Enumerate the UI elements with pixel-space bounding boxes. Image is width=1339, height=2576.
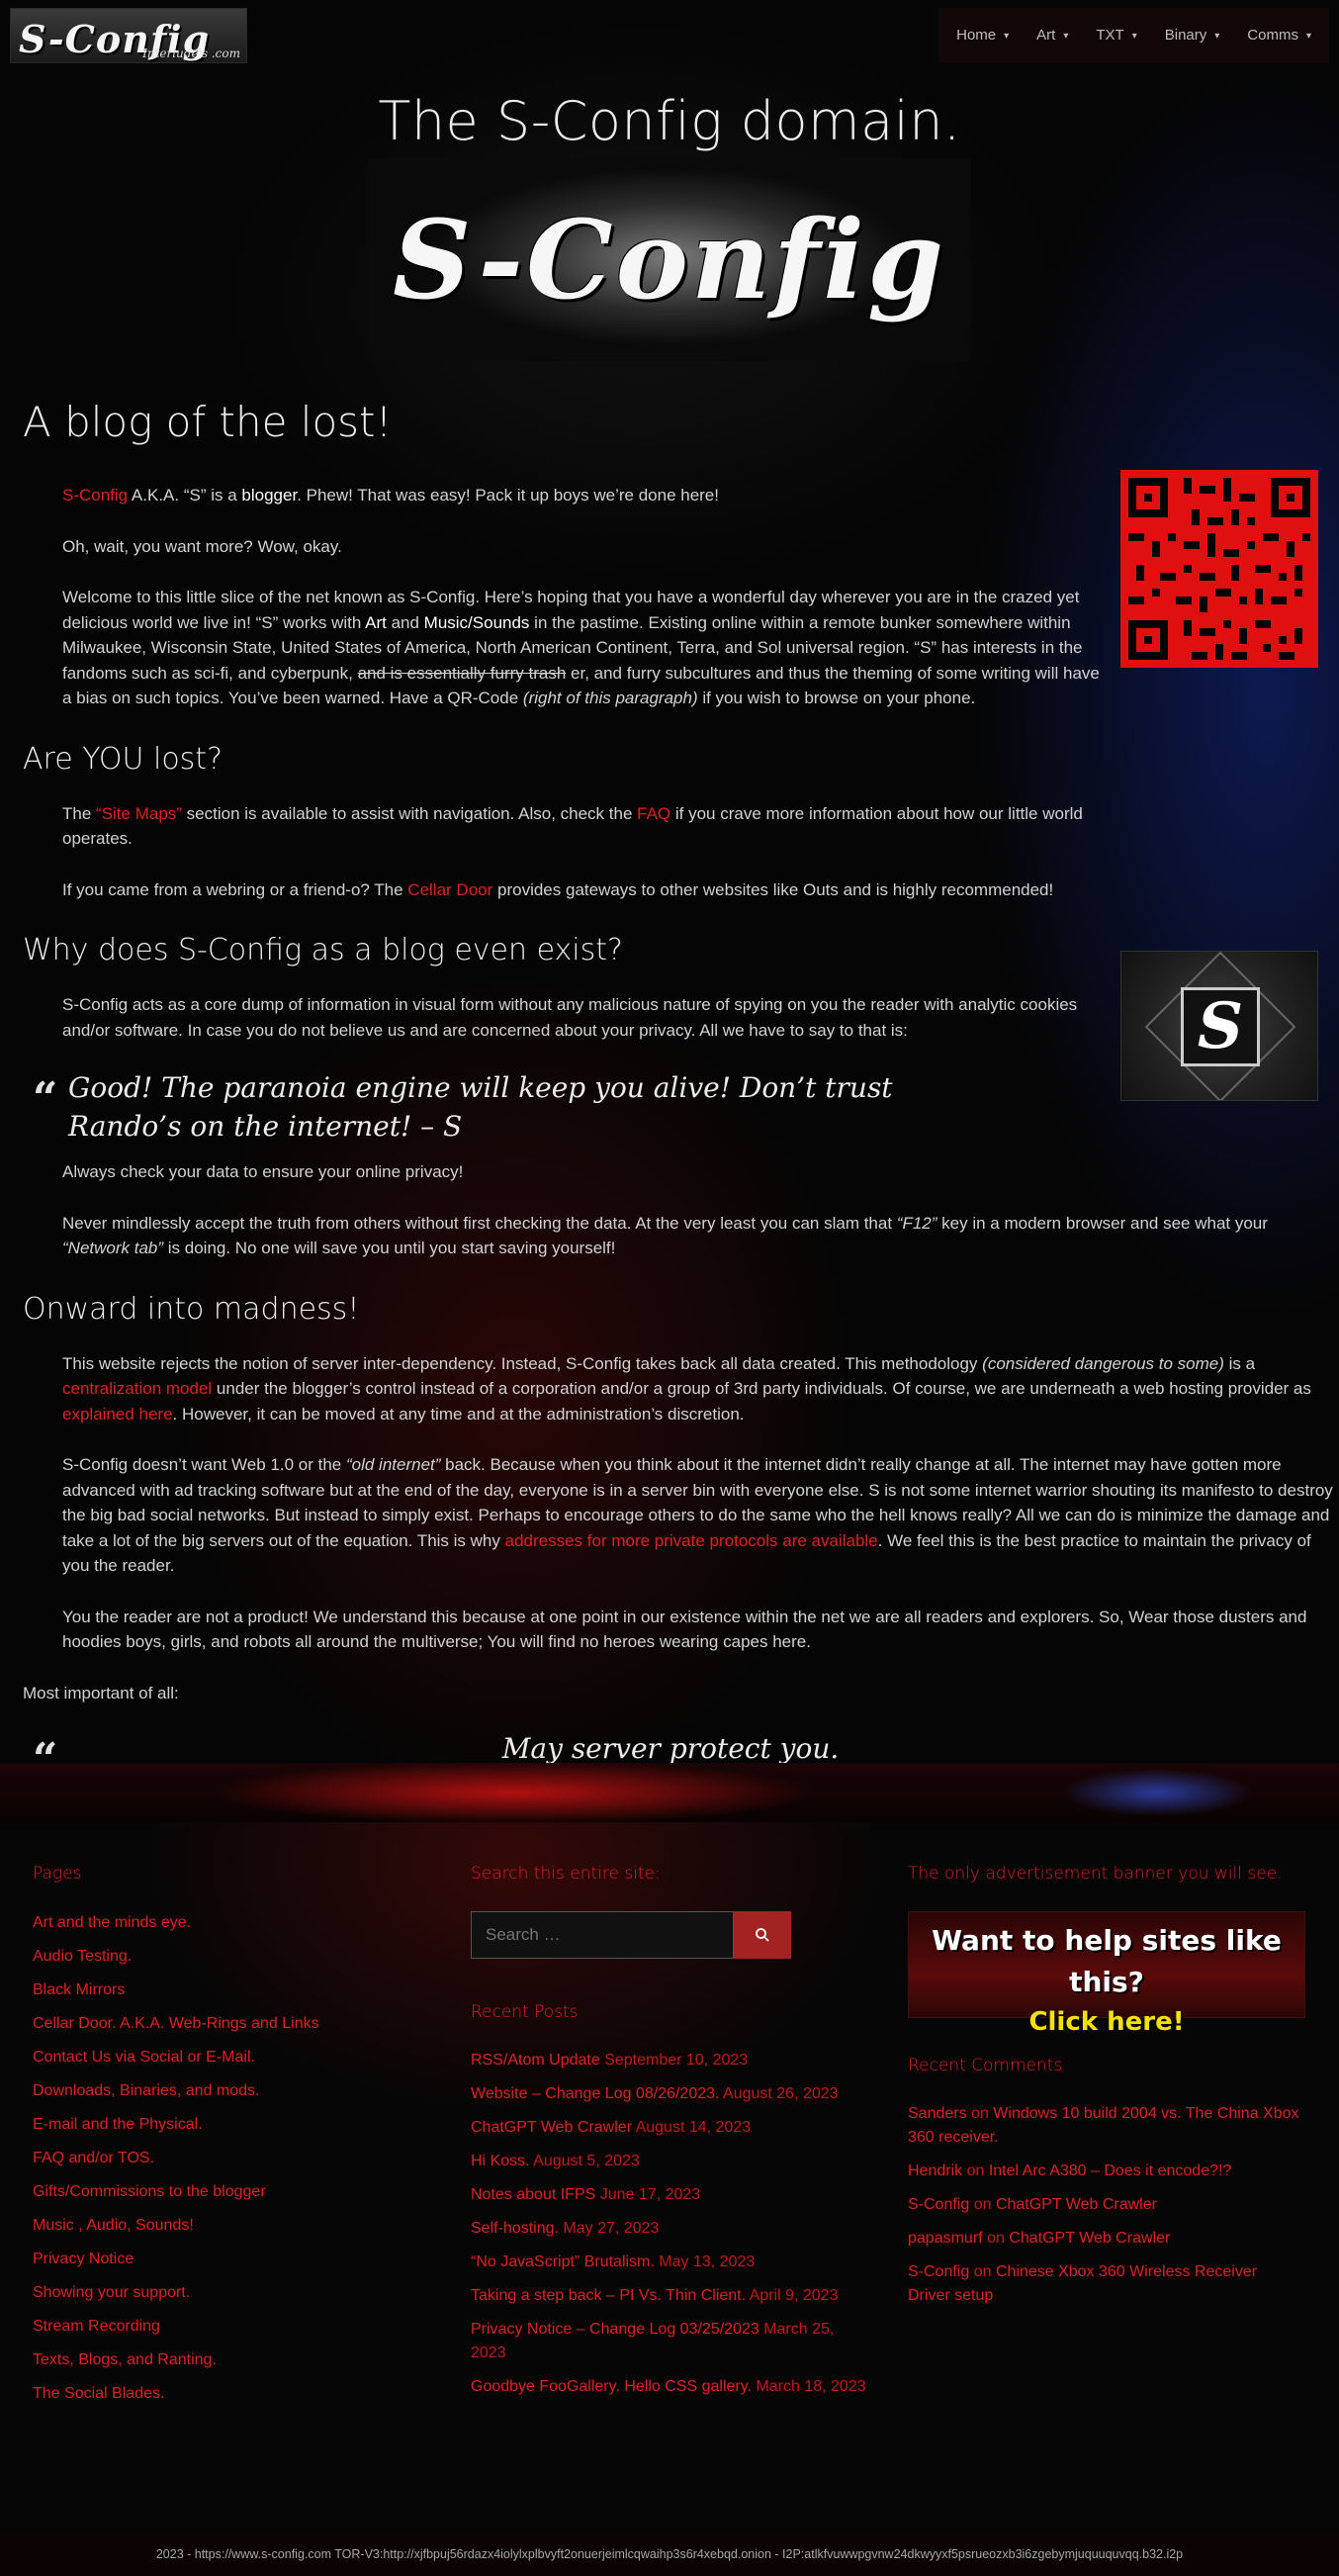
footer-decorative-strip bbox=[0, 1763, 1339, 1822]
search-icon bbox=[756, 1927, 769, 1942]
paragraph: You the reader are not a product! We und… bbox=[62, 1607, 1307, 1652]
site-logo[interactable]: S-Config Interlude's .com bbox=[10, 8, 247, 63]
paragraph: Most important of all: bbox=[23, 1683, 179, 1702]
paragraph: This website rejects the notion of serve… bbox=[62, 1353, 1311, 1424]
search-form bbox=[471, 1910, 866, 1959]
widget-title: Recent Posts bbox=[471, 2001, 579, 2022]
qr-code-image bbox=[1120, 470, 1318, 668]
paragraph: If you came from a webring or a friend-o… bbox=[62, 879, 1054, 899]
banner-logo-text: S-Config bbox=[392, 196, 947, 323]
widget-title: Search this entire site: bbox=[471, 1864, 661, 1884]
blockquote: “ Good! The paranoia engine will keep yo… bbox=[23, 1068, 1012, 1146]
list-item[interactable]: Black Mirrors bbox=[33, 1978, 428, 2002]
paragraph: Always check your data to ensure your on… bbox=[62, 1162, 464, 1182]
section-heading-blog: A blog of the lost! bbox=[23, 398, 393, 446]
chevron-down-icon: ▾ bbox=[1131, 30, 1137, 42]
nav-comms[interactable]: Comms ▾ bbox=[1233, 25, 1325, 47]
intro-paragraph: S-Config A.K.A. “S” is a blogger. Phew! … bbox=[62, 486, 719, 505]
pages-list: Art and the minds eye. Audio Testing. Bl… bbox=[33, 1911, 428, 2406]
list-item[interactable]: Hendrik on Intel Arc A380 – Does it enco… bbox=[908, 2160, 1303, 2183]
s-config-emblem-image: S bbox=[1120, 951, 1318, 1101]
recent-posts-list: RSS/Atom Update September 10, 2023 Websi… bbox=[471, 2049, 866, 2399]
list-item[interactable]: Music , Audio, Sounds! bbox=[33, 2214, 428, 2238]
pages-widget: Pages Art and the minds eye. Audio Testi… bbox=[33, 1862, 428, 2416]
widget-title: Recent Comments bbox=[908, 2055, 1063, 2075]
list-item[interactable]: Privacy Notice – Change Log 03/25/2023 M… bbox=[471, 2318, 866, 2365]
list-item[interactable]: Notes about IFPS June 17, 2023 bbox=[471, 2183, 866, 2207]
list-item[interactable]: Texts, Blogs, and Ranting. bbox=[33, 2348, 428, 2372]
list-item[interactable]: Cellar Door. A.K.A. Web-Rings and Links bbox=[33, 2012, 428, 2036]
widget-title: The only advertisement banner you will s… bbox=[908, 1864, 1283, 1884]
hero-banner-image: S-Config bbox=[368, 158, 971, 361]
cellar-door-link[interactable]: Cellar Door bbox=[407, 880, 492, 899]
ad-and-comments-widget: The only advertisement banner you will s… bbox=[908, 1862, 1305, 2318]
chevron-down-icon: ▾ bbox=[1004, 30, 1010, 42]
list-item[interactable]: Contact Us via Social or E-Mail. bbox=[33, 2046, 428, 2070]
list-item[interactable]: FAQ and/or TOS. bbox=[33, 2147, 428, 2170]
list-item[interactable]: Stream Recording bbox=[33, 2315, 428, 2339]
chevron-down-icon: ▾ bbox=[1214, 30, 1220, 42]
quote-icon: “ bbox=[33, 1073, 58, 1124]
footer-widgets: Pages Art and the minds eye. Audio Testi… bbox=[0, 1822, 1339, 2515]
list-item[interactable]: Sanders on Windows 10 build 2004 vs. The… bbox=[908, 2102, 1303, 2150]
search-input[interactable] bbox=[471, 1910, 734, 1959]
explained-here-link[interactable]: explained here bbox=[62, 1405, 173, 1424]
list-item[interactable]: Gifts/Commissions to the blogger bbox=[33, 2180, 428, 2204]
faq-link[interactable]: FAQ bbox=[637, 804, 670, 823]
nav-art[interactable]: Art ▾ bbox=[1023, 25, 1082, 47]
nav-binary[interactable]: Binary ▾ bbox=[1151, 25, 1234, 47]
list-item[interactable]: E-mail and the Physical. bbox=[33, 2113, 428, 2137]
site-title: The S-Config domain. bbox=[378, 90, 961, 152]
nav-home[interactable]: Home ▾ bbox=[942, 25, 1023, 47]
private-protocols-link[interactable]: addresses for more private protocols are… bbox=[505, 1531, 878, 1550]
chevron-down-icon: ▾ bbox=[1305, 30, 1311, 42]
list-item[interactable]: ChatGPT Web Crawler August 14, 2023 bbox=[471, 2116, 866, 2140]
search-and-posts-widget: Search this entire site: Recent Posts RS… bbox=[471, 1862, 866, 2409]
recent-comments-list: Sanders on Windows 10 build 2004 vs. The… bbox=[908, 2102, 1303, 2308]
list-item[interactable]: The Social Blades. bbox=[33, 2382, 428, 2406]
list-item[interactable]: Privacy Notice bbox=[33, 2248, 428, 2271]
list-item[interactable]: Taking a step back – PI Vs. Thin Client.… bbox=[471, 2284, 866, 2308]
chevron-down-icon: ▾ bbox=[1063, 30, 1069, 42]
s-config-link[interactable]: S-Config bbox=[62, 486, 128, 505]
paragraph: The “Site Maps” section is available to … bbox=[62, 803, 1083, 849]
paragraph: S-Config doesn’t want Web 1.0 or the “ol… bbox=[62, 1455, 1333, 1576]
list-item[interactable]: Hi Koss. August 5, 2023 bbox=[471, 2150, 866, 2173]
support-banner-ad[interactable]: Want to help sites like this? Click here… bbox=[908, 1910, 1305, 2037]
list-item[interactable]: RSS/Atom Update September 10, 2023 bbox=[471, 2049, 866, 2072]
footer-copyright-bar: 2023 - https://www.s-config.com TOR-V3:h… bbox=[0, 2532, 1339, 2576]
widget-title: Pages bbox=[33, 1864, 82, 1884]
main-nav: Home ▾ Art ▾ TXT ▾ Binary ▾ Comms ▾ bbox=[938, 8, 1329, 63]
list-item[interactable]: “No JavaScript” Brutalism. May 13, 2023 bbox=[471, 2251, 866, 2274]
list-item[interactable]: Self-hosting. May 27, 2023 bbox=[471, 2217, 866, 2241]
section-heading-onward: Onward into madness! bbox=[23, 1291, 360, 1327]
welcome-paragraph: Welcome to this little slice of the net … bbox=[62, 588, 1100, 707]
list-item[interactable]: Audio Testing. bbox=[33, 1945, 428, 1969]
paragraph: Never mindlessly accept the truth from o… bbox=[62, 1213, 1268, 1258]
logo-subtext: Interlude's .com bbox=[142, 46, 240, 60]
search-button[interactable] bbox=[734, 1910, 791, 1959]
centralization-model-link[interactable]: centralization model bbox=[62, 1379, 212, 1398]
main-content: S A blog of the lost! S-Config A.K.A. “S… bbox=[23, 391, 1333, 1785]
list-item[interactable]: Website – Change Log 08/26/2023. August … bbox=[471, 2082, 866, 2106]
list-item[interactable]: Showing your support. bbox=[33, 2281, 428, 2305]
list-item[interactable]: S-Config on Chinese Xbox 360 Wireless Re… bbox=[908, 2260, 1303, 2308]
list-item[interactable]: Goodbye FooGallery. Hello CSS gallery. M… bbox=[471, 2375, 866, 2399]
top-bar: S-Config Interlude's .com Home ▾ Art ▾ TXT… bbox=[0, 0, 1339, 67]
paragraph: S-Config acts as a core dump of informat… bbox=[62, 995, 1078, 1040]
paragraph: Oh, wait, you want more? Wow, okay. bbox=[62, 536, 342, 556]
section-heading-lost: Are YOU lost? bbox=[23, 741, 223, 777]
list-item[interactable]: Downloads, Binaries, and mods. bbox=[33, 2079, 428, 2103]
list-item[interactable]: Art and the minds eye. bbox=[33, 1911, 428, 1935]
nav-txt[interactable]: TXT ▾ bbox=[1082, 25, 1150, 47]
list-item[interactable]: papasmurf on ChatGPT Web Crawler bbox=[908, 2227, 1303, 2251]
list-item[interactable]: S-Config on ChatGPT Web Crawler bbox=[908, 2193, 1303, 2217]
site-maps-link[interactable]: “Site Maps” bbox=[96, 804, 182, 823]
